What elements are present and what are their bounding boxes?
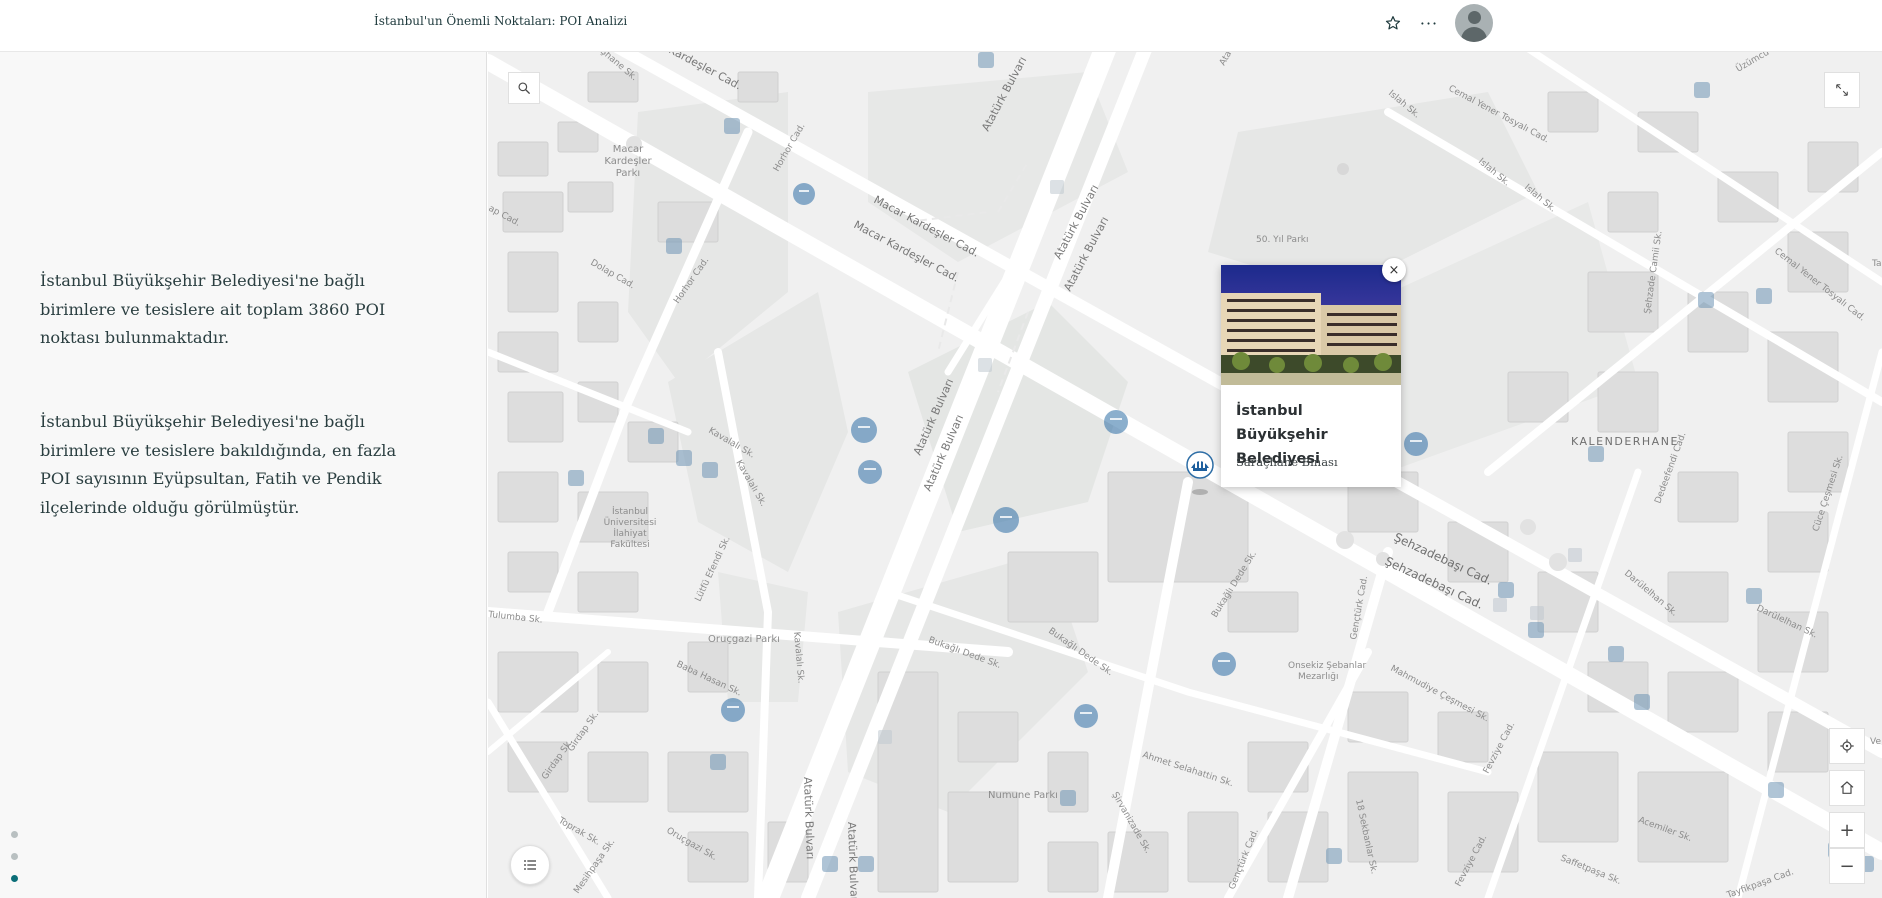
map-search-button[interactable] — [508, 72, 540, 104]
map-expand-button[interactable] — [1824, 72, 1860, 108]
story-paragraph-1: İstanbul Büyükşehir Belediyesi'ne bağlı … — [40, 271, 386, 347]
avatar-body — [1461, 27, 1487, 42]
locate-icon — [1840, 739, 1854, 753]
label-macar-park-1: Macar — [613, 144, 644, 155]
label-orucgazi-park: Oruçgazi Parkı — [708, 634, 780, 645]
more-horizontal-icon[interactable]: ··· — [1418, 12, 1440, 34]
home-icon — [1840, 781, 1854, 794]
map-locate-button[interactable] — [1829, 728, 1865, 764]
label-macar-park-3: Parkı — [616, 168, 640, 179]
label-ilahiyat-1: İstanbul — [612, 506, 648, 517]
story-title: İstanbul'un Önemli Noktaları: POI Analiz… — [374, 14, 628, 28]
zoom-out-button[interactable]: − — [1829, 848, 1865, 884]
nav-dot-2[interactable] — [11, 853, 18, 860]
label-ilahiyat-4: Fakültesi — [610, 540, 649, 550]
label-ilahiyat-3: İlahiyat — [613, 528, 647, 539]
label-macar-park-2: Kardeşler — [604, 156, 652, 167]
map-home-button[interactable] — [1829, 770, 1865, 806]
label-ta-right: Ta — [1871, 259, 1882, 269]
label-ve-right: Ve — [1870, 737, 1881, 747]
label-park-50: 50. Yıl Parkı — [1256, 235, 1308, 245]
label-ilahiyat-2: Üniversitesi — [604, 517, 657, 528]
story-navigation — [11, 831, 18, 897]
zoom-in-button[interactable]: + — [1829, 812, 1865, 848]
label-numune-park: Numune Parkı — [988, 790, 1058, 801]
popup-close-icon[interactable]: × — [1382, 258, 1406, 282]
avatar-head — [1468, 11, 1481, 24]
legend-button[interactable] — [510, 845, 550, 885]
star-icon[interactable] — [1382, 12, 1404, 34]
story-sidebar: İstanbul Büyükşehir Belediyesi'ne bağlı … — [0, 52, 487, 898]
selected-poi-marker[interactable] — [1185, 450, 1215, 496]
user-avatar-icon[interactable] — [1455, 4, 1493, 42]
label-ataturk-7: Atatürk Bulvarı — [845, 822, 861, 898]
poi-popup: İstanbul Büyükşehir Belediyesi Saraçhane… — [1221, 265, 1401, 487]
map-view[interactable]: Macar Kardeşler Parkı Macar Kardeşler Ca… — [488, 52, 1882, 898]
search-icon — [518, 82, 530, 94]
nav-dot-1[interactable] — [11, 831, 18, 838]
story-paragraph-2: İstanbul Büyükşehir Belediyesi'ne bağlı … — [40, 412, 397, 517]
poi-photo — [1221, 265, 1401, 385]
poi-subtitle: Saraçhane Binası — [1236, 455, 1338, 469]
expand-icon — [1836, 84, 1848, 96]
nav-dot-3[interactable] — [11, 875, 18, 882]
label-onsekiz-mezar-1: Onsekiz Şebanlar — [1288, 661, 1367, 671]
legend-list-icon — [524, 860, 536, 870]
label-kalenderhane: KALENDERHANE — [1571, 435, 1679, 448]
app-header: İstanbul'un Önemli Noktaları: POI Analiz… — [0, 0, 1882, 52]
label-onsekiz-mezar-2: Mezarlığı — [1298, 672, 1338, 682]
